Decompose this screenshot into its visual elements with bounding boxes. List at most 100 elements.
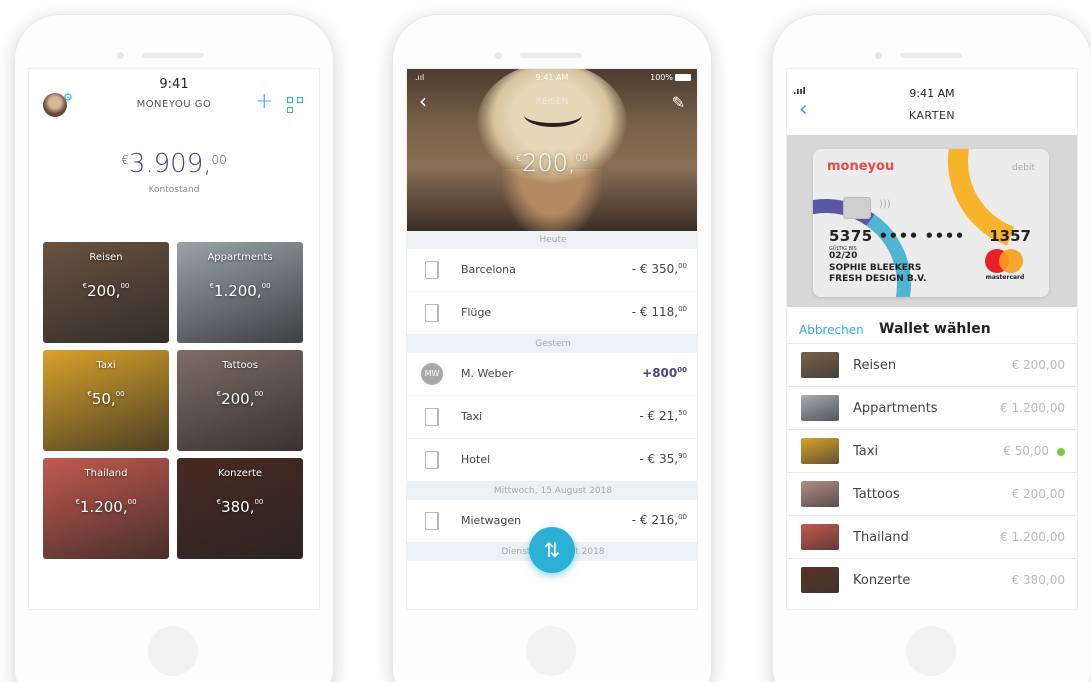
transaction-amount: - € 216,00	[631, 513, 687, 527]
debit-card[interactable]: moneyou debit ))) 5375 •••• •••• 1357 GÜ…	[813, 149, 1049, 297]
door-icon	[425, 304, 439, 322]
transaction-row[interactable]: MW M. Weber +80000	[407, 353, 697, 396]
wallet-row[interactable]: Thailand € 1.200,00	[787, 515, 1077, 558]
transaction-amount: - € 350,00	[631, 262, 687, 276]
page-title: KARTEN	[908, 109, 956, 122]
card-number-start: 5375 •••• ••••	[829, 227, 965, 245]
transaction-name: Flüge	[461, 306, 492, 319]
wallet-list: Reisen € 200,00 Appartments € 1.200,00 Taxi €…	[787, 343, 1077, 601]
wallet-name: Reisen	[853, 358, 897, 373]
mastercard-logo-icon: mastercard	[979, 249, 1031, 281]
wallet-tile[interactable]: Tattoos €200,00	[177, 350, 303, 451]
wallet-tile-amount: €1.200,00	[209, 282, 271, 300]
wallet-tile-name: Tattoos	[222, 360, 258, 371]
edit-pencil-icon[interactable]: ✎	[672, 93, 685, 112]
contact-avatar: MW	[421, 363, 443, 385]
wallet-balance: € 50,00	[1003, 444, 1049, 458]
card-brand: moneyou	[827, 159, 895, 174]
date-section-header: Heute	[407, 231, 697, 249]
wallet-thumbnail	[801, 395, 839, 421]
camera	[495, 52, 502, 59]
card-number-end: 1357	[989, 227, 1031, 245]
wallet-balance: € 200,00	[1011, 358, 1065, 372]
wallet-name: Thailand	[853, 530, 909, 545]
cancel-button[interactable]: Abbrechen	[799, 323, 864, 337]
wallet-tile-amount: €200,00	[216, 390, 264, 408]
wallet-tile-amount: €380,00	[216, 498, 264, 516]
wallet-tile[interactable]: Konzerte €380,00	[177, 458, 303, 559]
wallet-thumbnail	[801, 481, 839, 507]
wallet-tile[interactable]: Thailand €1.200,00	[43, 458, 169, 559]
wallet-row[interactable]: Tattoos € 200,00	[787, 472, 1077, 515]
transaction-amount: - € 118,00	[631, 305, 687, 319]
wallet-tile-name: Appartments	[207, 252, 273, 263]
transfer-arrows-icon: ⇅	[543, 538, 561, 562]
card-expiry: 02/20	[829, 251, 858, 261]
home-button[interactable]	[906, 626, 956, 676]
overview-screen: 9:41 ⚙ MONEYOU GO + €3.909,00 Kontostand…	[28, 68, 320, 610]
transfer-button[interactable]: ⇅	[529, 527, 575, 573]
wallet-tile[interactable]: Reisen €200,00	[43, 242, 169, 343]
selected-check-icon	[1057, 448, 1065, 456]
transaction-list: Heute Barcelona - € 350,00 Flüge - € 118,00 G…	[407, 231, 697, 561]
wallet-row[interactable]: Appartments € 1.200,00	[787, 386, 1077, 429]
speaker	[900, 53, 962, 58]
account-balance: €3.909,00	[121, 149, 227, 179]
wallet-balance: € 200,00	[1011, 487, 1065, 501]
speaker	[142, 53, 204, 58]
wallet-balance: € 1.200,00	[1000, 401, 1065, 415]
qr-code-icon[interactable]	[287, 97, 303, 113]
wallet-amount: €200,00	[515, 149, 589, 177]
wallet-tile-name: Konzerte	[217, 468, 263, 479]
wallet-name: Konzerte	[853, 573, 911, 588]
wallet-tile-amount: €200,00	[82, 282, 130, 300]
wallet-tile-name: Reisen	[89, 252, 123, 263]
transaction-amount: - € 21,50	[639, 409, 687, 423]
card-holder: SOPHIE BLEEKERS	[829, 263, 922, 273]
wallet-tile-amount: €1.200,00	[75, 498, 137, 516]
wallet-thumbnail	[801, 438, 839, 464]
wallet-tile[interactable]: Taxi €50,00	[43, 350, 169, 451]
status-time: 9:41 AM	[909, 87, 955, 100]
date-section-header: Mittwoch, 15 August 2018	[407, 482, 697, 500]
door-icon	[425, 261, 439, 279]
door-icon	[425, 451, 439, 469]
transaction-row[interactable]: Flüge - € 118,00	[407, 292, 697, 335]
phone-frame-cards: .ııl 9:41 AM ‹ KARTEN moneyou debit ))) …	[772, 14, 1091, 682]
transaction-row[interactable]: Hotel - € 35,90	[407, 439, 697, 482]
card-area: moneyou debit ))) 5375 •••• •••• 1357 GÜ…	[787, 135, 1077, 307]
transaction-row[interactable]: Barcelona - € 350,00	[407, 249, 697, 292]
wallet-balance: € 380,00	[1011, 573, 1065, 587]
date-section-header: Gestern	[407, 335, 697, 353]
card-type: debit	[1012, 163, 1035, 173]
choose-wallet-heading: Wallet wählen	[879, 321, 991, 337]
transaction-name: Taxi	[461, 410, 483, 423]
add-icon[interactable]: +	[255, 91, 273, 113]
wallet-title: REISEN	[535, 97, 569, 107]
card-chip-icon	[843, 197, 871, 219]
transaction-row[interactable]: Taxi - € 21,50	[407, 396, 697, 439]
wallet-tile-name: Thailand	[84, 468, 128, 479]
wallet-row[interactable]: Reisen € 200,00	[787, 343, 1077, 386]
wallet-thumbnail	[801, 567, 839, 593]
wallet-detail-screen: .ııl 9:41 AM 100% ‹ REISEN ✎ €200,00 Heu…	[406, 68, 698, 610]
wallet-tile-amount: €50,00	[87, 390, 125, 408]
wallet-thumbnail	[801, 352, 839, 378]
cards-screen: .ııl 9:41 AM ‹ KARTEN moneyou debit ))) …	[786, 68, 1078, 610]
wallet-tile[interactable]: Appartments €1.200,00	[177, 242, 303, 343]
transaction-name: Hotel	[461, 453, 491, 466]
status-time: 9:41	[159, 77, 189, 92]
contactless-icon: )))	[879, 199, 891, 210]
wallet-row[interactable]: Taxi € 50,00	[787, 429, 1077, 472]
wallet-tile-name: Taxi	[96, 360, 116, 371]
home-button[interactable]	[148, 626, 198, 676]
camera	[117, 52, 124, 59]
balance-label: Kontostand	[148, 185, 200, 195]
speaker	[520, 53, 582, 58]
door-icon	[425, 512, 439, 530]
wallet-name: Tattoos	[853, 487, 900, 502]
home-button[interactable]	[526, 626, 576, 676]
wallet-thumbnail	[801, 524, 839, 550]
wallet-row[interactable]: Konzerte € 380,00	[787, 558, 1077, 601]
transaction-amount: - € 35,90	[639, 452, 687, 466]
